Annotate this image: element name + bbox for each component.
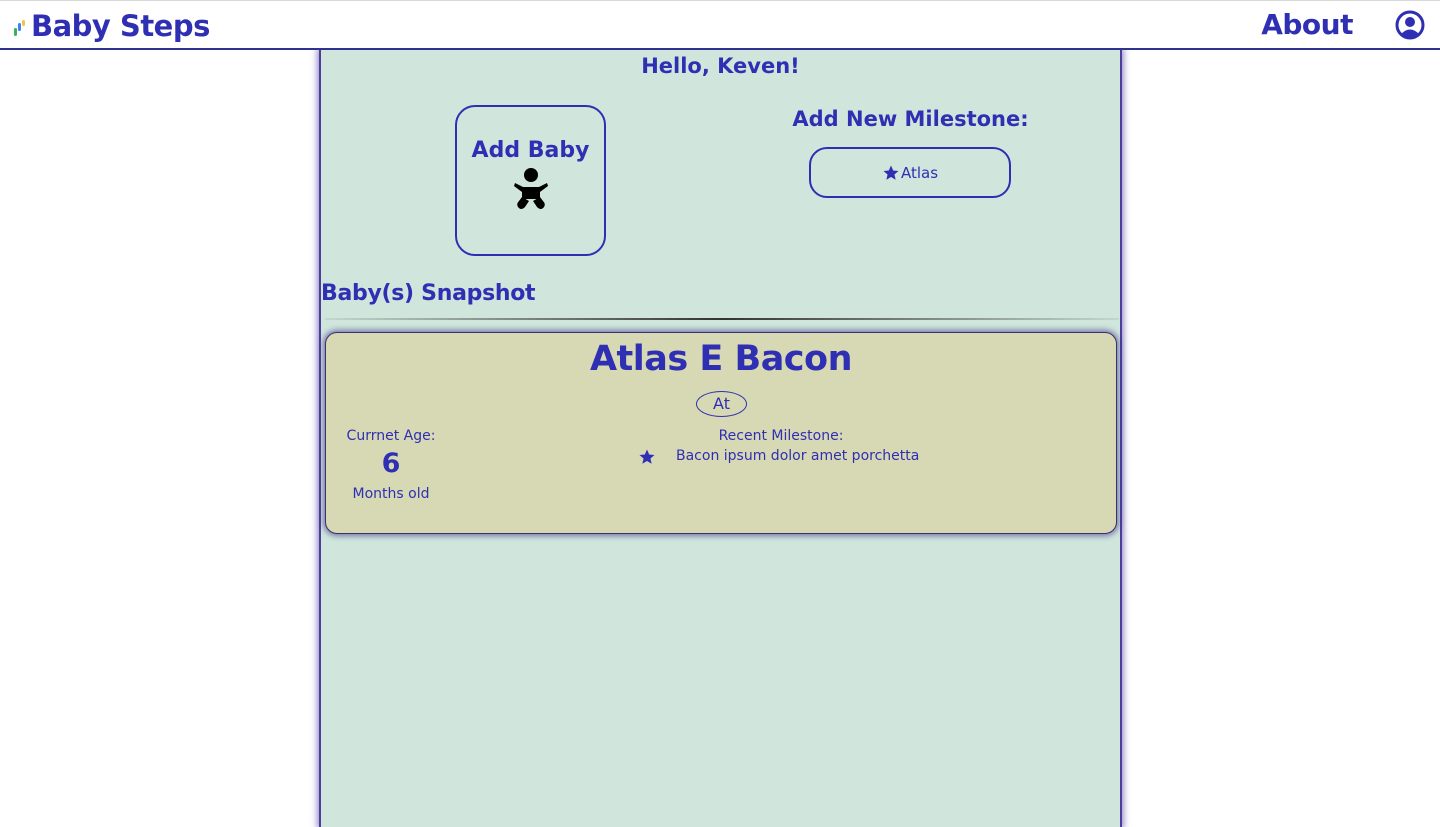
section-divider (325, 318, 1119, 320)
snapshot-heading: Baby(s) Snapshot (321, 281, 536, 306)
add-baby-label: Add Baby (471, 138, 590, 163)
age-value: 6 (381, 448, 401, 479)
brand-name: Baby Steps (31, 9, 210, 43)
star-icon (639, 449, 655, 464)
baby-name: Atlas E Bacon (589, 339, 853, 379)
age-unit: Months old (352, 486, 430, 502)
dashboard-panel: Hello, Keven! Add Baby Add New Milestone… (319, 50, 1122, 827)
baby-snapshot-card[interactable]: Atlas E Bacon At Currnet Age: 6 Months o… (325, 332, 1117, 534)
top-navbar: Baby Steps About (0, 0, 1440, 50)
recent-milestone-label: Recent Milestone: (718, 428, 844, 444)
add-baby-button[interactable]: Add Baby (455, 105, 606, 256)
greeting-heading: Hello, Keven! (641, 54, 800, 78)
baby-initials-badge: At (696, 391, 747, 417)
user-account-icon[interactable] (1395, 10, 1425, 40)
add-milestone-atlas-button[interactable]: Atlas (809, 147, 1011, 198)
star-icon (883, 165, 899, 180)
age-label: Currnet Age: (346, 428, 436, 444)
recent-milestone-text: Bacon ipsum dolor amet porchetta (676, 448, 920, 464)
baby-steps-logo-icon (14, 20, 25, 36)
brand-link[interactable]: Baby Steps (12, 9, 210, 43)
baby-icon (513, 168, 548, 209)
milestone-button-label: Atlas (900, 163, 939, 182)
add-milestone-heading: Add New Milestone: (792, 107, 1029, 131)
about-link[interactable]: About (1261, 8, 1353, 41)
